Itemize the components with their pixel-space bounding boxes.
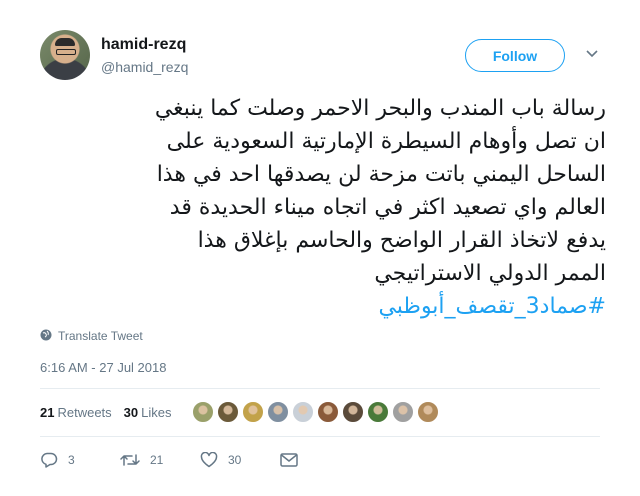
- liker-avatar[interactable]: [391, 401, 414, 423]
- like-count: 30: [228, 453, 242, 467]
- retweet-icon: [120, 452, 140, 468]
- reply-count: 3: [68, 453, 75, 467]
- retweet-button[interactable]: 21: [120, 452, 200, 468]
- globe-icon: [40, 329, 52, 344]
- avatar-hair: [55, 38, 75, 46]
- likers-facepile: [191, 401, 439, 423]
- hashtag-link[interactable]: #صماد3_تقصف_أبوظبي: [378, 294, 606, 319]
- follow-button[interactable]: Follow: [465, 39, 565, 72]
- reply-button[interactable]: 3: [40, 452, 120, 468]
- liker-avatar[interactable]: [316, 401, 339, 423]
- tweet-card: hamid-rezq @hamid_rezq Follow رسالة باب …: [0, 0, 640, 496]
- direct-message-button[interactable]: [280, 453, 360, 467]
- translate-label: Translate Tweet: [58, 329, 143, 343]
- likes-stat[interactable]: 30 Likes: [124, 405, 172, 420]
- divider-top: [40, 388, 600, 389]
- heart-icon: [200, 452, 218, 468]
- tweet-stats: 21 Retweets 30 Likes: [40, 396, 439, 428]
- liker-avatar[interactable]: [416, 401, 439, 423]
- likes-count: 30: [123, 404, 139, 420]
- reply-icon: [40, 452, 58, 468]
- avatar-glasses: [56, 49, 76, 55]
- divider-bottom: [40, 436, 600, 437]
- screen-name[interactable]: @hamid_rezq: [101, 59, 188, 75]
- translate-tweet[interactable]: Translate Tweet: [40, 328, 143, 344]
- avatar[interactable]: [40, 30, 90, 80]
- liker-avatar[interactable]: [291, 401, 314, 423]
- retweets-count: 21: [40, 404, 55, 420]
- tweet-actions: 3 21 30: [40, 448, 360, 472]
- retweets-label: Retweets: [57, 404, 112, 420]
- display-name[interactable]: hamid-rezq: [101, 36, 186, 54]
- liker-avatar[interactable]: [266, 401, 289, 423]
- tweet-body: رسالة باب المندب والبحر الاحمر وصلت كما …: [154, 96, 606, 286]
- tweet-text: رسالة باب المندب والبحر الاحمر وصلت كما …: [40, 92, 606, 323]
- liker-avatar[interactable]: [241, 401, 264, 423]
- liker-avatar[interactable]: [191, 401, 214, 423]
- likes-label: Likes: [141, 404, 172, 420]
- more-options-chevron-icon[interactable]: [584, 46, 600, 62]
- liker-avatar[interactable]: [366, 401, 389, 423]
- timestamp[interactable]: 6:16 AM - 27 Jul 2018: [40, 360, 166, 375]
- retweets-stat[interactable]: 21 Retweets: [40, 405, 112, 420]
- retweet-count: 21: [150, 453, 164, 467]
- like-button[interactable]: 30: [200, 452, 280, 468]
- liker-avatar[interactable]: [216, 401, 239, 423]
- liker-avatar[interactable]: [341, 401, 364, 423]
- envelope-icon: [280, 453, 298, 467]
